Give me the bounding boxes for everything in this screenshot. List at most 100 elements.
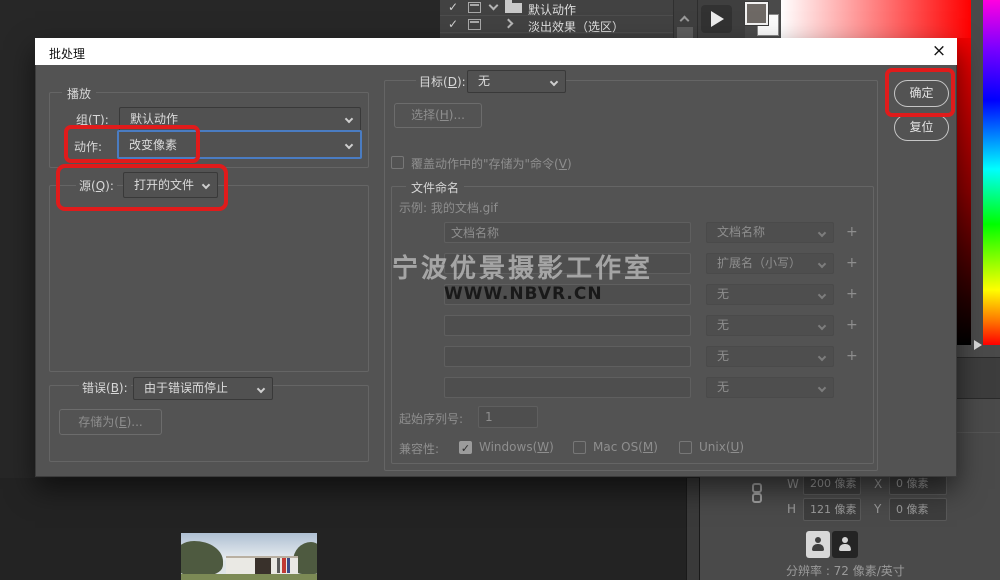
- macos-checkbox[interactable]: [573, 441, 586, 454]
- chevron-down-icon: [818, 353, 826, 361]
- folder-icon: [505, 3, 522, 13]
- source-label: 源(Q):: [76, 177, 117, 194]
- errors-label: 错误(B):: [79, 379, 131, 396]
- action-label: 动作:: [74, 138, 102, 155]
- source-dropdown[interactable]: 打开的文件: [123, 172, 218, 198]
- chevron-down-icon: [345, 115, 353, 123]
- x-label: X: [874, 477, 882, 491]
- actions-panel: ✓ 默认动作 ✓ 淡出效果（选区）: [440, 0, 697, 38]
- play-group-legend: 播放: [62, 85, 96, 102]
- chevron-down-icon: [257, 385, 265, 393]
- dialog-body: 播放 组(T): 默认动作 动作: 改变像素 源(Q): 打开的文件 错误(B)…: [35, 65, 957, 477]
- windows-label: Windows(W): [479, 440, 554, 454]
- action-set-row[interactable]: ✓ 默认动作: [440, 0, 673, 16]
- landscape-orientation-button[interactable]: [832, 531, 858, 558]
- dialog-titlebar[interactable]: 批处理 ×: [35, 38, 957, 65]
- width-label: W: [787, 477, 799, 491]
- portrait-orientation-button[interactable]: [806, 531, 830, 558]
- chevron-down-icon: [818, 384, 826, 392]
- naming-field-1[interactable]: [444, 222, 691, 243]
- naming-dropdown-4[interactable]: 无: [706, 315, 834, 336]
- dialog-toggle-icon[interactable]: [468, 19, 481, 30]
- override-label: 覆盖动作中的"存储为"命令(V): [411, 155, 572, 172]
- color-saturation-field-edge[interactable]: [957, 38, 971, 345]
- macos-label: Mac OS(M): [593, 440, 658, 454]
- close-icon[interactable]: ×: [925, 38, 953, 65]
- action-item-row[interactable]: ✓ 淡出效果（选区）: [440, 17, 673, 33]
- chevron-right-icon[interactable]: [504, 19, 514, 29]
- plus-icon: +: [846, 348, 858, 364]
- portrait-icon: [815, 537, 821, 543]
- destination-label: 目标(D):: [416, 73, 469, 90]
- chevron-down-icon[interactable]: [489, 1, 499, 11]
- actions-button-bar: [697, 0, 745, 38]
- play-icon: [711, 11, 724, 27]
- landscape-icon: [842, 537, 848, 543]
- chevron-down-icon: [818, 229, 826, 237]
- y-field[interactable]: 0 像素: [889, 498, 947, 521]
- action-set-label[interactable]: 默认动作: [528, 1, 576, 18]
- play-button[interactable]: [701, 5, 732, 33]
- photo-grass: [181, 574, 317, 580]
- naming-field-6[interactable]: [444, 377, 691, 398]
- hue-slider[interactable]: [983, 0, 1000, 345]
- file-naming-legend: 文件命名: [406, 179, 464, 196]
- naming-dropdown-6[interactable]: 无: [706, 377, 834, 398]
- reset-button[interactable]: 复位: [894, 114, 949, 141]
- override-checkbox[interactable]: [391, 156, 404, 169]
- naming-example: 示例: 我的文档.gif: [399, 199, 498, 216]
- action-dropdown[interactable]: 改变像素: [117, 130, 362, 159]
- naming-dropdown-1[interactable]: 文档名称: [706, 222, 834, 243]
- chevron-down-icon: [202, 181, 210, 189]
- color-saturation-field[interactable]: [781, 0, 971, 38]
- chevron-down-icon: [818, 260, 826, 268]
- check-icon[interactable]: ✓: [448, 0, 458, 14]
- plus-icon: +: [846, 317, 858, 333]
- scroll-up-icon[interactable]: [680, 16, 690, 26]
- set-label: 组(T):: [76, 111, 109, 128]
- unix-label: Unix(U): [699, 440, 744, 454]
- document-canvas: [0, 478, 686, 580]
- plus-icon: +: [846, 255, 858, 271]
- document-thumbnail: [181, 533, 317, 580]
- naming-dropdown-3[interactable]: 无: [706, 284, 834, 305]
- unix-checkbox[interactable]: [679, 441, 692, 454]
- photo-banner: [277, 558, 280, 573]
- check-icon[interactable]: ✓: [448, 17, 458, 31]
- naming-dropdown-5[interactable]: 无: [706, 346, 834, 367]
- naming-field-4[interactable]: [444, 315, 691, 336]
- naming-field-5[interactable]: [444, 346, 691, 367]
- resolution-text: 分辨率 : 72 像素/英寸: [786, 562, 905, 579]
- source-group: [49, 185, 369, 372]
- plus-icon: +: [846, 224, 858, 240]
- naming-field-2[interactable]: [444, 253, 691, 274]
- height-field[interactable]: 121 像素: [803, 498, 861, 521]
- height-label: H: [787, 502, 796, 516]
- actions-scrollbar[interactable]: [673, 0, 697, 38]
- naming-field-3[interactable]: [444, 284, 691, 305]
- chevron-down-icon: [818, 322, 826, 330]
- foreground-color-swatch[interactable]: [745, 2, 768, 25]
- plus-icon: +: [846, 286, 858, 302]
- naming-dropdown-2[interactable]: 扩展名（小写）: [706, 253, 834, 274]
- dialog-title: 批处理: [49, 45, 85, 62]
- canvas-scrollbar[interactable]: [686, 478, 700, 580]
- save-as-button[interactable]: 存储为(E)...: [59, 409, 162, 435]
- scrollbar-thumb[interactable]: [677, 27, 693, 38]
- hue-slider-marker-icon[interactable]: [974, 340, 982, 350]
- batch-dialog: 批处理 × 播放 组(T): 默认动作 动作: 改变像素 源(Q): 打开的文件…: [35, 38, 957, 477]
- serial-field[interactable]: 1: [478, 406, 538, 428]
- errors-dropdown[interactable]: 由于错误而停止: [133, 377, 273, 400]
- photo-door: [255, 558, 271, 575]
- photo-trees-left: [181, 541, 223, 575]
- dialog-toggle-icon[interactable]: [468, 2, 481, 13]
- chevron-down-icon: [345, 141, 353, 149]
- photo-banner: [287, 558, 290, 573]
- action-set-dropdown[interactable]: 默认动作: [119, 107, 361, 132]
- windows-checkbox[interactable]: ✓: [459, 441, 472, 454]
- link-dimensions-icon[interactable]: [751, 483, 763, 504]
- ok-button[interactable]: 确定: [894, 80, 949, 107]
- choose-button[interactable]: 选择(H)...: [394, 103, 482, 128]
- destination-dropdown[interactable]: 无: [467, 70, 566, 93]
- action-item-label[interactable]: 淡出效果（选区）: [528, 18, 624, 35]
